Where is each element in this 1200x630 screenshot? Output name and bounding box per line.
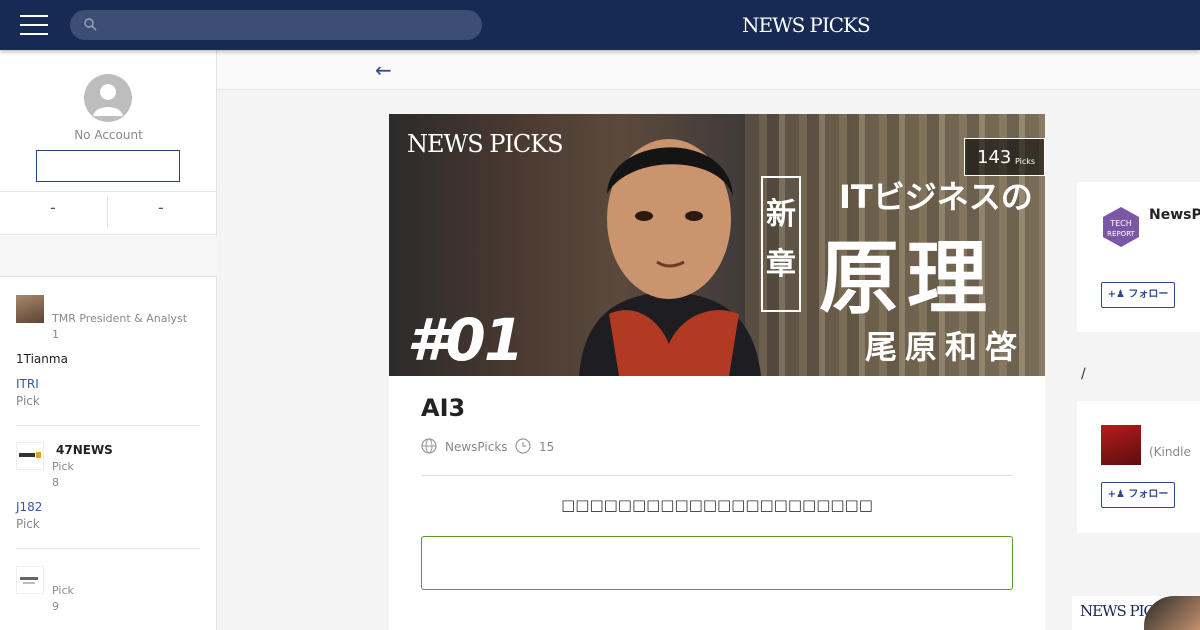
recommend-name[interactable]: NewsP: [1149, 207, 1200, 223]
recommend-card: TECH REPORT NewsP +♟ フォロー: [1077, 182, 1200, 332]
follow-label: フォロー: [1128, 289, 1169, 300]
left-sidebar: No Account - - TMR President & Analyst 1…: [0, 50, 217, 630]
read-article-button[interactable]: [421, 536, 1013, 590]
article-card: NEWS PICKS #01 新章 ITビジネスの 原理 尾原和啓 143 Pi…: [389, 114, 1045, 630]
article-divider: [421, 475, 1013, 476]
menu-icon[interactable]: [20, 15, 48, 35]
account-label: No Account: [74, 128, 143, 142]
picks-label: Picks: [1015, 157, 1036, 166]
picks-count: 143: [977, 147, 1012, 168]
feed-meta: 8: [52, 476, 59, 489]
search-input[interactable]: [106, 10, 466, 40]
globe-icon: [421, 438, 437, 454]
feed-pick[interactable]: Pick: [16, 394, 40, 408]
article-time: 15: [539, 440, 555, 454]
sidebar-spacer: [0, 236, 217, 277]
newspicks-logo[interactable]: NEWS PICKS: [742, 13, 871, 37]
section-separator: /: [1081, 366, 1086, 382]
avatar[interactable]: [84, 74, 132, 122]
recommend-text: (Kindle: [1149, 445, 1191, 459]
article-title: AI3: [421, 394, 466, 422]
feed-link[interactable]: J182: [16, 500, 42, 514]
clock-icon: [515, 438, 531, 454]
add-user-icon: +♟: [1107, 489, 1125, 500]
feed-divider: [16, 548, 200, 549]
feed-meta: Pick: [52, 460, 74, 473]
stats-divider: [107, 196, 108, 228]
feed-meta: 9: [52, 600, 59, 613]
back-bar: ←: [217, 50, 1200, 90]
feed-avatar: [16, 566, 44, 594]
hero-tag: 新章: [761, 176, 801, 312]
article-source[interactable]: NewsPicks: [445, 440, 508, 454]
svg-text:REPORT: REPORT: [1107, 230, 1135, 238]
tech-report-logo[interactable]: TECH REPORT: [1100, 206, 1142, 248]
feed-meta: 1: [52, 328, 59, 341]
feed-avatar: [16, 442, 44, 470]
hero-line1: ITビジネスの: [839, 178, 1033, 216]
hero-episode: #01: [407, 306, 524, 374]
search-icon: [84, 18, 97, 31]
follow-button[interactable]: +♟ フォロー: [1101, 482, 1175, 508]
article-hero-image[interactable]: NEWS PICKS #01 新章 ITビジネスの 原理 尾原和啓 143 Pi…: [389, 114, 1045, 376]
speaker-photo: [579, 139, 761, 376]
follow-button[interactable]: +♟ フォロー: [1101, 282, 1175, 308]
recommend-avatar[interactable]: [1101, 425, 1141, 465]
feed-title[interactable]: 47NEWS: [56, 443, 113, 457]
feed-divider: [16, 425, 200, 426]
article-notice: □□□□□□□□□□□□□□□□□□□□□□: [561, 496, 873, 514]
feed-meta: TMR President & Analyst: [52, 312, 188, 325]
hero-line2: 原理: [819, 232, 995, 325]
hero-logo: NEWS PICKS: [407, 130, 564, 158]
stat-left[interactable]: -: [50, 198, 56, 217]
promo-banner[interactable]: NEWS PICKS: [1072, 596, 1200, 630]
feed-text: 1Tianma: [16, 352, 68, 366]
hero-line3: 尾原和啓: [865, 328, 1026, 366]
feed-link[interactable]: ITRI: [16, 377, 39, 391]
back-arrow-icon[interactable]: ←: [375, 60, 392, 80]
picks-badge[interactable]: 143 Picks: [964, 138, 1045, 176]
follow-label: フォロー: [1128, 489, 1169, 500]
feed-meta: Pick: [52, 584, 74, 597]
recommend-card: (Kindle +♟ フォロー: [1077, 401, 1200, 533]
login-button[interactable]: [36, 150, 180, 182]
user-icon: [93, 84, 123, 116]
stat-right[interactable]: -: [158, 198, 164, 217]
feed-pick[interactable]: Pick: [16, 517, 40, 531]
top-header: NEWS PICKS: [0, 0, 1200, 50]
feed-avatar: [16, 295, 44, 323]
search-bar[interactable]: [70, 10, 482, 40]
svg-text:TECH: TECH: [1109, 219, 1132, 228]
logo-news: NEWS: [742, 13, 805, 37]
logo-picks: PICKS: [809, 13, 870, 37]
add-user-icon: +♟: [1107, 289, 1125, 300]
account-stats: - -: [0, 191, 217, 235]
